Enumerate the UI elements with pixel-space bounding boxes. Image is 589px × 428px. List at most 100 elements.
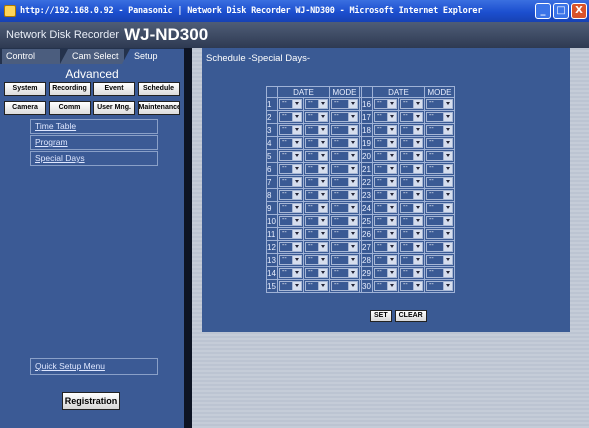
chevron-down-icon[interactable] <box>413 217 422 225</box>
month-select[interactable]: -- <box>279 242 302 252</box>
mode-select[interactable]: -- <box>331 177 358 187</box>
day-select[interactable]: -- <box>305 216 328 226</box>
chevron-down-icon[interactable] <box>292 230 301 238</box>
mode-select[interactable]: -- <box>426 99 453 109</box>
mode-select[interactable]: -- <box>426 125 453 135</box>
mode-select[interactable]: -- <box>331 203 358 213</box>
chevron-down-icon[interactable] <box>292 100 301 108</box>
chevron-down-icon[interactable] <box>348 269 357 277</box>
month-select[interactable]: -- <box>279 268 302 278</box>
mode-select[interactable]: -- <box>426 268 453 278</box>
chevron-down-icon[interactable] <box>387 152 396 160</box>
chevron-down-icon[interactable] <box>318 113 327 121</box>
chevron-down-icon[interactable] <box>413 113 422 121</box>
mode-select[interactable]: -- <box>426 229 453 239</box>
chevron-down-icon[interactable] <box>413 100 422 108</box>
chevron-down-icon[interactable] <box>387 100 396 108</box>
day-select[interactable]: -- <box>305 151 328 161</box>
chevron-down-icon[interactable] <box>292 152 301 160</box>
chevron-down-icon[interactable] <box>413 165 422 173</box>
day-select[interactable]: -- <box>305 99 328 109</box>
chevron-down-icon[interactable] <box>387 191 396 199</box>
chevron-down-icon[interactable] <box>443 243 452 251</box>
mode-select[interactable]: -- <box>331 112 358 122</box>
mode-select[interactable]: -- <box>331 190 358 200</box>
chevron-down-icon[interactable] <box>292 217 301 225</box>
chevron-down-icon[interactable] <box>443 256 452 264</box>
chevron-down-icon[interactable] <box>318 256 327 264</box>
day-select[interactable]: -- <box>305 164 328 174</box>
chevron-down-icon[interactable] <box>443 269 452 277</box>
month-select[interactable]: -- <box>279 177 302 187</box>
chevron-down-icon[interactable] <box>387 230 396 238</box>
chevron-down-icon[interactable] <box>318 165 327 173</box>
quick-setup-label[interactable]: Quick Setup Menu <box>31 361 105 371</box>
month-select[interactable]: -- <box>279 203 302 213</box>
chevron-down-icon[interactable] <box>443 100 452 108</box>
chevron-down-icon[interactable] <box>318 282 327 290</box>
month-select[interactable]: -- <box>374 99 397 109</box>
tab-setup[interactable]: Setup <box>122 49 184 64</box>
chevron-down-icon[interactable] <box>318 178 327 186</box>
registration-button[interactable]: Registration <box>62 392 120 410</box>
chevron-down-icon[interactable] <box>387 282 396 290</box>
chevron-down-icon[interactable] <box>292 139 301 147</box>
submenu-special-days[interactable]: Special Days <box>30 151 158 166</box>
chevron-down-icon[interactable] <box>348 178 357 186</box>
month-select[interactable]: -- <box>279 164 302 174</box>
day-select[interactable]: -- <box>400 99 423 109</box>
maintenance-button[interactable]: Maintenance <box>137 101 180 115</box>
chevron-down-icon[interactable] <box>292 269 301 277</box>
month-select[interactable]: -- <box>374 125 397 135</box>
mode-select[interactable]: -- <box>331 138 358 148</box>
chevron-down-icon[interactable] <box>348 191 357 199</box>
close-button[interactable]: X <box>571 3 587 19</box>
chevron-down-icon[interactable] <box>443 139 452 147</box>
chevron-down-icon[interactable] <box>318 204 327 212</box>
camera-button[interactable]: Camera <box>4 101 46 115</box>
chevron-down-icon[interactable] <box>348 217 357 225</box>
chevron-down-icon[interactable] <box>387 165 396 173</box>
chevron-down-icon[interactable] <box>413 269 422 277</box>
mode-select[interactable]: -- <box>331 281 358 291</box>
day-select[interactable]: -- <box>400 164 423 174</box>
mode-select[interactable]: -- <box>331 164 358 174</box>
chevron-down-icon[interactable] <box>387 139 396 147</box>
mode-select[interactable]: -- <box>426 203 453 213</box>
chevron-down-icon[interactable] <box>413 191 422 199</box>
day-select[interactable]: -- <box>400 242 423 252</box>
chevron-down-icon[interactable] <box>443 152 452 160</box>
chevron-down-icon[interactable] <box>387 256 396 264</box>
chevron-down-icon[interactable] <box>292 256 301 264</box>
chevron-down-icon[interactable] <box>292 126 301 134</box>
chevron-down-icon[interactable] <box>348 113 357 121</box>
submenu-label[interactable]: Program <box>31 137 68 147</box>
chevron-down-icon[interactable] <box>292 191 301 199</box>
chevron-down-icon[interactable] <box>443 217 452 225</box>
chevron-down-icon[interactable] <box>413 256 422 264</box>
chevron-down-icon[interactable] <box>413 152 422 160</box>
chevron-down-icon[interactable] <box>443 204 452 212</box>
chevron-down-icon[interactable] <box>348 256 357 264</box>
chevron-down-icon[interactable] <box>443 178 452 186</box>
month-select[interactable]: -- <box>374 255 397 265</box>
chevron-down-icon[interactable] <box>348 243 357 251</box>
month-select[interactable]: -- <box>374 281 397 291</box>
comm-button[interactable]: Comm <box>48 101 91 115</box>
mode-select[interactable]: -- <box>331 242 358 252</box>
chevron-down-icon[interactable] <box>413 243 422 251</box>
chevron-down-icon[interactable] <box>387 126 396 134</box>
day-select[interactable]: -- <box>305 268 328 278</box>
month-select[interactable]: -- <box>374 138 397 148</box>
day-select[interactable]: -- <box>305 242 328 252</box>
submenu-label[interactable]: Special Days <box>31 153 85 163</box>
quick-setup-menu[interactable]: Quick Setup Menu <box>30 358 158 375</box>
chevron-down-icon[interactable] <box>318 100 327 108</box>
day-select[interactable]: -- <box>305 281 328 291</box>
month-select[interactable]: -- <box>374 229 397 239</box>
month-select[interactable]: -- <box>374 203 397 213</box>
month-select[interactable]: -- <box>279 216 302 226</box>
mode-select[interactable]: -- <box>426 164 453 174</box>
mode-select[interactable]: -- <box>331 216 358 226</box>
chevron-down-icon[interactable] <box>443 113 452 121</box>
